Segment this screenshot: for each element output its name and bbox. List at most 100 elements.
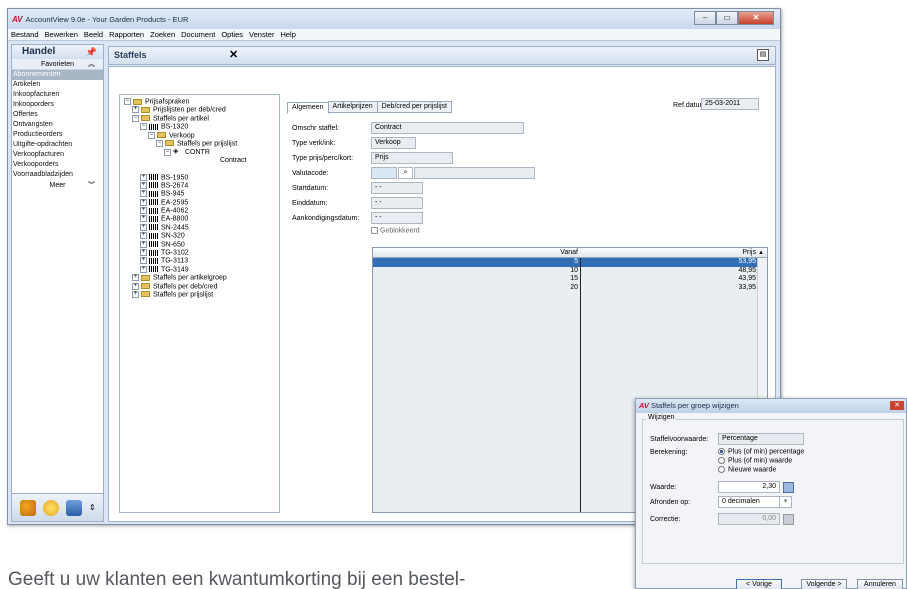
berekening-option[interactable]: Plus (of min) waarde (718, 457, 792, 464)
collapse-icon[interactable]: − (132, 114, 139, 122)
sidebar-item[interactable]: Productieorders (12, 130, 103, 140)
favorites-header[interactable]: Favorieten ︽ (12, 59, 103, 70)
sidebar-item[interactable]: Artikelen (12, 80, 103, 90)
expand-icon[interactable]: + (132, 282, 139, 290)
tree-node[interactable]: − Prijsafspraken (120, 98, 279, 106)
table-row[interactable]: 15 43,95 (373, 275, 767, 284)
sidebar-item[interactable]: Voorraadbladzijden (12, 170, 103, 180)
column-vanaf[interactable]: Vanaf (373, 248, 580, 258)
menu-item[interactable]: Document (181, 30, 215, 39)
menu-item[interactable]: Rapporten (109, 30, 144, 39)
menu-item[interactable]: Beeld (84, 30, 103, 39)
sidebar-item[interactable]: Abonnementen (12, 70, 103, 80)
expand-icon[interactable]: + (140, 198, 147, 206)
chevron-up-icon[interactable]: ︽ (88, 59, 95, 70)
tree-node[interactable]: + EA-8800 (120, 215, 279, 223)
tab-artikelprijzen[interactable]: Artikelprijzen (327, 101, 378, 113)
tree-node[interactable]: + SN-2445 (120, 223, 279, 232)
sidebar-item[interactable]: Ontvangsten (12, 120, 103, 130)
tree-node[interactable]: + Prijslijsten per deb/cred (120, 106, 279, 114)
blocked-checkbox[interactable]: Geblokkeerd (371, 227, 420, 234)
expand-icon[interactable]: + (140, 181, 147, 189)
tree-node[interactable]: + TG-3113 (120, 257, 279, 265)
sun-icon[interactable] (43, 499, 59, 516)
sidebar-item[interactable]: Inkoopfacturen (12, 90, 103, 100)
next-button[interactable]: Volgende > (801, 579, 847, 589)
tree-node[interactable]: − Verkoop (120, 131, 279, 140)
expand-icon[interactable]: + (140, 215, 147, 223)
sidebar-item[interactable]: Uitgifte-opdrachten (12, 140, 103, 150)
expand-icon[interactable]: + (132, 106, 139, 114)
tree-node[interactable]: + EA-4062 (120, 207, 279, 215)
menu-item[interactable]: Zoeken (150, 30, 175, 39)
valuta-field[interactable] (371, 167, 397, 179)
table-row[interactable]: 10 48,95 (373, 267, 767, 276)
minimize-button[interactable]: ‒ (694, 11, 716, 25)
tree-node[interactable]: − ◈ CONTR (120, 148, 279, 156)
tree-node[interactable]: − BS-1320 (120, 123, 279, 131)
collapse-icon[interactable]: − (156, 139, 163, 147)
tree-node[interactable]: + TG-3102 (120, 249, 279, 257)
tree-node[interactable]: + SN-650 (120, 240, 279, 249)
menu-item[interactable]: Opties (221, 30, 243, 39)
berekening-option[interactable]: Plus (of min) percentage (718, 448, 804, 455)
close-tab-icon[interactable]: ✕ (229, 48, 238, 61)
menu-item[interactable]: Help (280, 30, 295, 39)
window-list-icon[interactable]: ▤ (757, 49, 769, 61)
sort-up-icon[interactable]: ▲ (758, 248, 764, 258)
tab-debcred-per-prijslijst[interactable]: Deb/cred per prijslijst (376, 101, 452, 113)
expand-icon[interactable]: + (140, 240, 147, 248)
document-icon[interactable] (66, 499, 82, 516)
tab-staffels[interactable]: Staffels (114, 50, 147, 60)
expand-icon[interactable]: + (140, 265, 147, 273)
prijs-field[interactable]: Prijs (371, 152, 453, 164)
expand-icon[interactable]: + (132, 274, 139, 282)
tree-node[interactable]: − Staffels per artikel (120, 114, 279, 123)
expand-icon[interactable]: + (140, 257, 147, 265)
sidebar-item[interactable]: Offertes (12, 110, 103, 120)
expand-icon[interactable]: + (140, 249, 147, 257)
expand-icon[interactable]: + (140, 207, 147, 215)
menu-item[interactable]: Bestand (11, 30, 39, 39)
menu-item[interactable]: Bewerken (45, 30, 78, 39)
tree-node[interactable]: + BS-1950 (120, 173, 279, 182)
expand-icon[interactable]: + (140, 232, 147, 240)
search-icon[interactable]: ⌕ (398, 167, 413, 179)
collapse-icon[interactable]: − (124, 98, 131, 105)
sidebar-item[interactable]: Verkoopfacturen (12, 150, 103, 160)
column-prijs[interactable]: Prijs (581, 248, 758, 258)
end-date-field[interactable]: - - (371, 197, 423, 209)
tree-node[interactable]: + Staffels per prijslijst (120, 290, 279, 299)
dialog-close-button[interactable]: ✕ (890, 401, 904, 410)
collapse-icon[interactable]: − (140, 123, 147, 131)
tree-node[interactable]: + EA-2595 (120, 198, 279, 207)
collapse-icon[interactable]: − (148, 131, 155, 139)
berekening-option[interactable]: Nieuwe waarde (718, 466, 776, 473)
tree-node[interactable]: + Staffels per deb/cred (120, 282, 279, 291)
more-button[interactable]: Meer ︾ (12, 180, 103, 191)
table-row[interactable]: 5 53,95 (373, 258, 767, 267)
ref-date-field[interactable]: 25-03-2011 (701, 98, 759, 110)
correctie-field[interactable]: 0,00 (718, 513, 780, 525)
calculator-icon[interactable] (783, 482, 794, 493)
omschr-field[interactable]: Contract (371, 122, 524, 134)
tree-node[interactable]: + BS-2674 (120, 181, 279, 190)
pin-icon[interactable]: 📌 (86, 45, 97, 59)
tree-node[interactable]: + TG-3149 (120, 265, 279, 274)
tree-node[interactable]: − Staffels per prijslijst (120, 139, 279, 148)
expand-icon[interactable]: + (132, 290, 139, 298)
expand-icon[interactable]: + (140, 190, 147, 198)
tree-node[interactable]: + BS-945 (120, 190, 279, 198)
expand-icon[interactable]: + (140, 173, 147, 181)
users-icon[interactable] (20, 499, 36, 516)
maximize-button[interactable]: ▭ (716, 11, 738, 25)
tree-node[interactable] (120, 165, 279, 173)
aank-date-field[interactable]: - - (371, 212, 423, 224)
expand-icon[interactable]: + (140, 223, 147, 231)
cancel-button[interactable]: Annuleren (857, 579, 903, 589)
expand-icon[interactable]: ⇕ (89, 503, 96, 512)
menu-item[interactable]: Venster (249, 30, 274, 39)
staffel-field[interactable]: Percentage (718, 433, 804, 445)
table-row[interactable]: 20 33,95 (373, 284, 767, 293)
tree-node[interactable]: + Staffels per artikelgroep (120, 274, 279, 282)
